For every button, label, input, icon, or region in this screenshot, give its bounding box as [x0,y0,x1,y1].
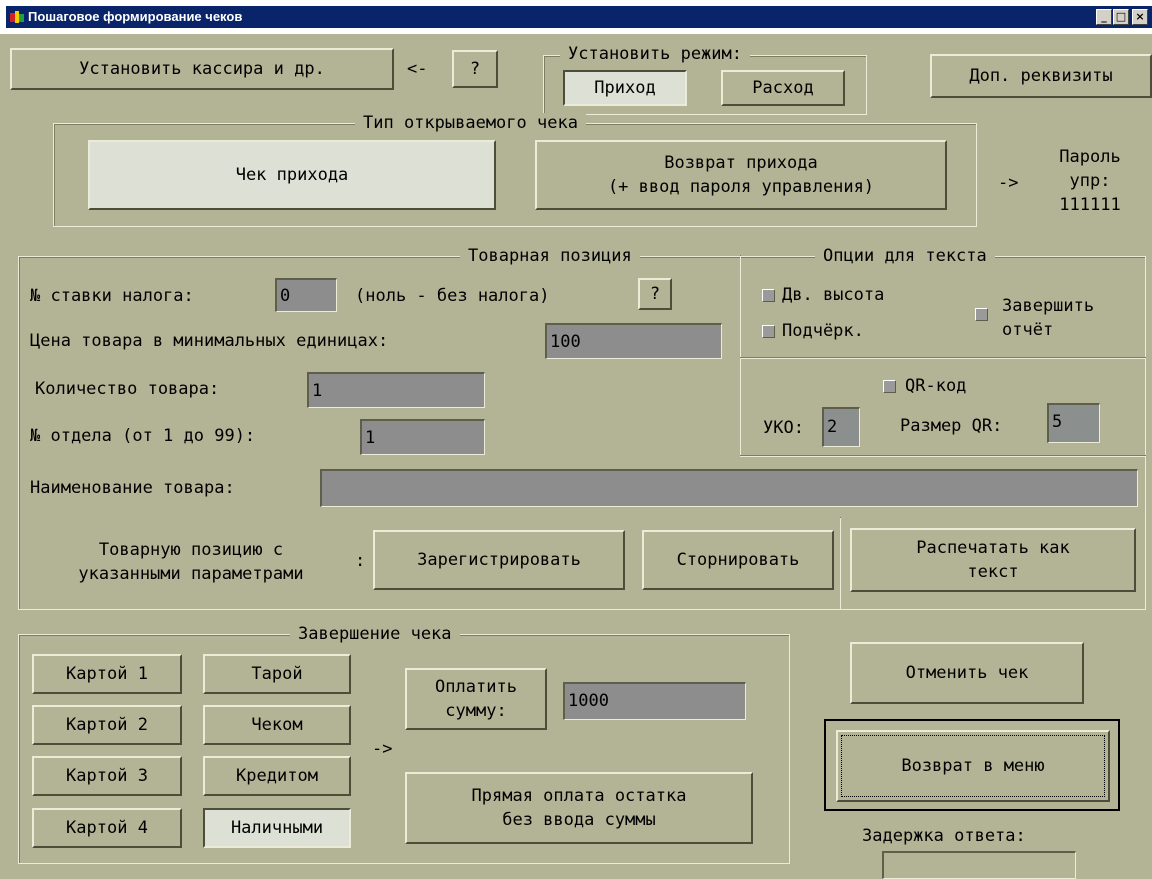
tax-help-button[interactable]: ? [638,278,672,310]
title-bar[interactable]: Пошаговое формирование чеков _ □ × [6,6,1152,28]
direct-pay-button[interactable]: Прямая оплата остатка без ввода суммы [405,772,753,844]
price-input[interactable]: 100 [545,323,722,359]
print-as-text-button[interactable]: Распечатать как текст [850,528,1136,592]
mode-income-button[interactable]: Приход [563,70,687,106]
finish-arrow-label: -> [372,739,393,759]
window-title: Пошаговое формирование чеков [28,9,243,24]
tax-hint-label: (ноль - без налога) [355,286,550,306]
pay-sum-button[interactable]: Оплатить сумму: [405,668,547,730]
storno-button[interactable]: Сторнировать [642,530,834,590]
finish-report-checkbox[interactable] [975,308,988,321]
double-height-checkbox[interactable] [762,289,775,302]
tare-button[interactable]: Тарой [203,654,351,694]
text-options-group-title: Опции для текста [815,246,995,266]
minimize-button[interactable]: _ [1096,9,1112,25]
password-label: Пароль упр: 111111 [1059,147,1121,215]
tax-rate-input[interactable]: 0 [275,278,337,312]
password-arrow-label: -> [998,173,1019,193]
main-window: Пошаговое формирование чеков _ □ × Устан… [0,0,1152,879]
receipt-type-group-title: Тип открываемого чека [355,113,586,133]
print-text-divider [840,518,841,610]
underline-label: Подчёрк. [782,321,864,341]
card3-button[interactable]: Картой 3 [32,756,182,796]
tax-rate-label: № ставки налога: [30,286,194,306]
app-icon [9,9,25,25]
text-options-divider-h2 [740,456,1146,457]
income-receipt-button[interactable]: Чек прихода [88,140,496,210]
quantity-input[interactable]: 1 [307,372,485,408]
price-label: Цена товара в минимальных единицах: [30,331,389,351]
qr-size-label: Размер QR: [900,416,1003,436]
close-button[interactable]: × [1132,9,1148,25]
credit-button[interactable]: Кредитом [203,756,351,796]
qr-code-checkbox[interactable] [883,380,896,393]
income-return-button[interactable]: Возврат прихода (+ ввод пароля управлени… [535,140,947,210]
cancel-receipt-button[interactable]: Отменить чек [850,642,1084,704]
qr-size-input[interactable]: 5 [1047,403,1100,443]
uko-input[interactable]: 2 [822,407,860,447]
mode-group-title: Установить режим: [560,44,750,64]
item-action-label: Товарную позицию с указанными параметрам… [78,540,304,584]
response-delay-field [882,851,1076,879]
check-button[interactable]: Чеком [203,705,351,745]
item-name-input[interactable] [320,469,1138,507]
maximize-button[interactable]: □ [1113,9,1129,25]
mode-expense-button[interactable]: Расход [721,70,845,106]
cash-button[interactable]: Наличными [203,808,351,848]
item-action-colon: : [355,551,366,571]
underline-checkbox[interactable] [762,325,775,338]
title-bar-frame: Пошаговое формирование чеков _ □ × [0,0,1152,34]
set-cashier-button[interactable]: Установить кассира и др. [10,48,394,90]
response-delay-label: Задержка ответа: [862,826,1026,846]
uko-label: УКО: [763,418,804,438]
text-options-divider-h1 [740,358,1146,359]
department-label: № отдела (от 1 до 99): [30,426,256,446]
department-input[interactable]: 1 [360,419,485,455]
item-group-title: Товарная позиция [460,246,640,266]
pay-sum-input[interactable]: 1000 [563,682,746,720]
card4-button[interactable]: Картой 4 [32,808,182,848]
quantity-label: Количество товара: [35,379,220,399]
double-height-label: Дв. высота [782,285,885,305]
cashier-help-button[interactable]: ? [452,50,498,88]
back-to-menu-button[interactable]: Возврат в меню [836,730,1110,802]
text-options-divider-v [740,256,741,456]
card1-button[interactable]: Картой 1 [32,654,182,694]
arrow-left-label: <- [407,59,428,79]
item-name-label: Наименование товара: [30,478,235,498]
finish-report-label: Завершить отчёт [1002,296,1095,340]
finish-group-title: Завершение чека [290,624,460,644]
register-button[interactable]: Зарегистрировать [373,530,625,590]
extra-props-button[interactable]: Доп. реквизиты [930,54,1152,98]
card2-button[interactable]: Картой 2 [32,705,182,745]
qr-code-label: QR-код [905,376,967,396]
